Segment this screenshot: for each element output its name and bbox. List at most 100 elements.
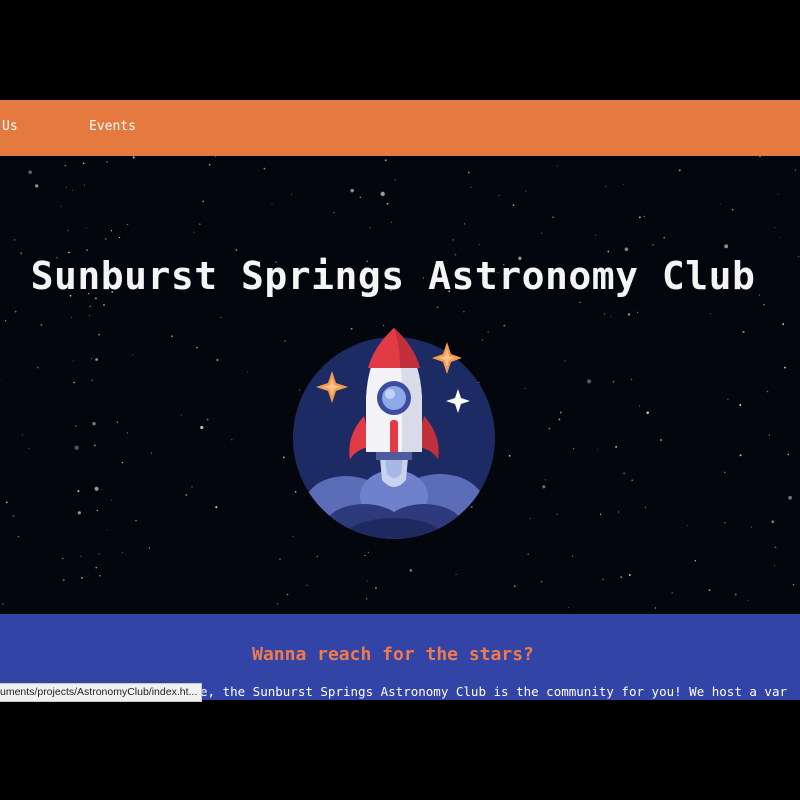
star-dot: [60, 205, 62, 207]
star-dot: [544, 479, 546, 481]
star-dot: [436, 306, 439, 309]
star-dot: [556, 165, 558, 167]
star-dot: [28, 170, 32, 174]
star-dot: [359, 196, 361, 198]
star-dot: [95, 358, 98, 361]
star-dot: [568, 607, 570, 609]
star-dot: [623, 183, 625, 185]
star-dot: [121, 551, 124, 554]
star-dot: [525, 190, 527, 192]
star-dot: [771, 520, 775, 524]
star-dot: [604, 313, 606, 315]
star-dot: [202, 200, 205, 203]
star-dot: [467, 171, 470, 174]
star-dot: [694, 560, 696, 562]
star-dot: [12, 515, 15, 517]
star-dot: [564, 360, 566, 362]
star-dot: [132, 354, 134, 356]
star-dot: [93, 444, 96, 447]
star-dot: [794, 169, 797, 171]
star-dot: [782, 323, 785, 326]
star-dot: [126, 432, 129, 434]
star-dot: [68, 251, 70, 254]
star-dot: [623, 472, 625, 475]
star-dot: [742, 330, 745, 334]
star-dot: [624, 247, 629, 252]
hero-section: Sunburst Springs Astronomy Club: [0, 156, 800, 614]
star-dot: [615, 445, 618, 448]
star-dot: [119, 237, 121, 239]
star-dot: [597, 448, 599, 450]
star-dot: [627, 313, 631, 316]
star-dot: [602, 578, 605, 581]
star-dot: [14, 310, 17, 313]
star-dot: [759, 156, 761, 158]
star-dot: [464, 223, 466, 225]
star-dot: [350, 188, 354, 193]
star-dot: [215, 506, 218, 509]
about-body-text: e, the Sunburst Springs Astronomy Club i…: [200, 684, 787, 699]
star-dot: [628, 574, 631, 576]
star-dot: [306, 584, 308, 587]
star-dot: [216, 359, 219, 361]
star-dot: [556, 513, 558, 515]
star-dot: [552, 216, 554, 218]
site-title: Sunburst Springs Astronomy Club: [30, 254, 756, 298]
star-dot: [191, 486, 193, 488]
star-dot: [180, 414, 182, 416]
star-dot: [788, 495, 792, 500]
star-dot: [101, 489, 103, 491]
star-dot: [72, 189, 73, 191]
star-dot: [383, 324, 385, 326]
star-dot: [558, 418, 561, 421]
star-dot: [279, 558, 281, 560]
star-dot: [196, 346, 198, 349]
star-dot: [284, 339, 287, 342]
star-dot: [777, 193, 779, 195]
star-dot: [630, 378, 633, 381]
star-dot: [724, 522, 726, 524]
star-dot: [620, 576, 623, 578]
nav-link-about-us[interactable]: Us: [2, 100, 18, 156]
star-dot: [291, 194, 293, 196]
star-dot: [94, 486, 99, 491]
star-dot: [98, 333, 100, 336]
star-dot: [605, 185, 607, 188]
star-dot: [779, 236, 781, 238]
star-dot: [783, 366, 786, 369]
star-dot: [62, 579, 65, 582]
star-dot: [455, 573, 457, 575]
star-dot: [171, 335, 173, 338]
star-dot: [587, 379, 592, 384]
star-dot: [774, 227, 776, 229]
nav-link-events[interactable]: Events: [89, 100, 136, 156]
star-dot: [106, 160, 108, 163]
star-dot: [542, 485, 546, 489]
star-dot: [75, 425, 77, 427]
star-dot: [579, 301, 581, 304]
star-dot: [659, 438, 663, 442]
star-dot: [452, 239, 454, 241]
star-dot: [263, 167, 266, 170]
star-dot: [111, 499, 113, 501]
star-dot: [652, 243, 655, 246]
star-dot: [72, 360, 74, 362]
about-heading: Wanna reach for the stars?: [252, 644, 534, 665]
star-dot: [643, 215, 645, 218]
star-dot: [646, 411, 649, 414]
star-dot: [386, 202, 389, 205]
star-dot: [92, 422, 96, 426]
star-dot: [40, 324, 43, 326]
star-dot: [637, 311, 639, 313]
star-dot: [82, 162, 85, 165]
star-dot: [0, 378, 1, 380]
star-dot: [773, 564, 776, 566]
star-dot: [572, 448, 575, 450]
star-dot: [508, 455, 511, 457]
star-dot: [104, 237, 107, 240]
star-dot: [67, 230, 69, 232]
star-dot: [366, 598, 368, 600]
star-dot: [81, 577, 83, 579]
star-dot: [193, 231, 195, 233]
star-dot: [5, 501, 8, 504]
